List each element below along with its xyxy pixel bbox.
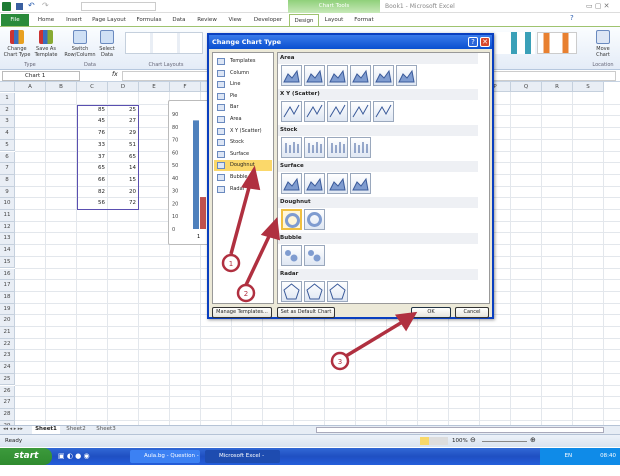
start-button[interactable]: start [0, 448, 52, 465]
zoom-in-icon[interactable]: ⊕ [530, 436, 536, 444]
arrow-head-icon [241, 165, 261, 191]
arrow-head-icon [260, 217, 281, 241]
annotation-2: 2 [244, 290, 248, 298]
zoom-slider[interactable] [482, 441, 527, 442]
sheet-tabs-bar: ◂◂ ◂ ▸ ▸▸ Sheet1 Sheet2 Sheet3 [0, 425, 620, 434]
status-bar: Ready 100% ⊖ ⊕ [0, 434, 620, 447]
zoom-level: 100% [452, 438, 468, 444]
sheet-tab-3[interactable]: Sheet3 [92, 426, 120, 432]
taskbar-item-excel[interactable]: Microsoft Excel - Book1 [205, 450, 280, 472]
sheet-tab-1[interactable]: Sheet1 [32, 426, 60, 434]
taskbar: start ▣ ◐ ● ◉ Aula.bg - Question - ... M… [0, 448, 620, 472]
annotation-1: 1 [229, 260, 233, 268]
annotation-layer: 1 2 3 [221, 165, 418, 371]
status-ready: Ready [5, 438, 23, 444]
zoom-out-icon[interactable]: ⊖ [470, 436, 476, 444]
clock: 08:40 [600, 453, 616, 459]
view-buttons[interactable] [420, 437, 448, 445]
annotation-arrow-2 [244, 229, 274, 286]
system-tray: EN 08:40 [540, 448, 620, 465]
arrow-head-icon [394, 311, 418, 332]
annotation-3: 3 [338, 358, 342, 366]
sheet-tab-2[interactable]: Sheet2 [62, 426, 90, 432]
sheet-nav-arrows[interactable]: ◂◂ ◂ ▸ ▸▸ [3, 426, 23, 432]
annotation-arrow-3 [345, 319, 405, 358]
quick-launch-icons[interactable]: ▣ ◐ ● ◉ [58, 452, 98, 461]
taskbar-item-browser[interactable]: Aula.bg - Question - ... [130, 450, 200, 472]
annotation-arrow-1 [229, 179, 253, 255]
language-indicator[interactable]: EN [565, 453, 573, 459]
horizontal-scrollbar[interactable] [316, 427, 604, 433]
